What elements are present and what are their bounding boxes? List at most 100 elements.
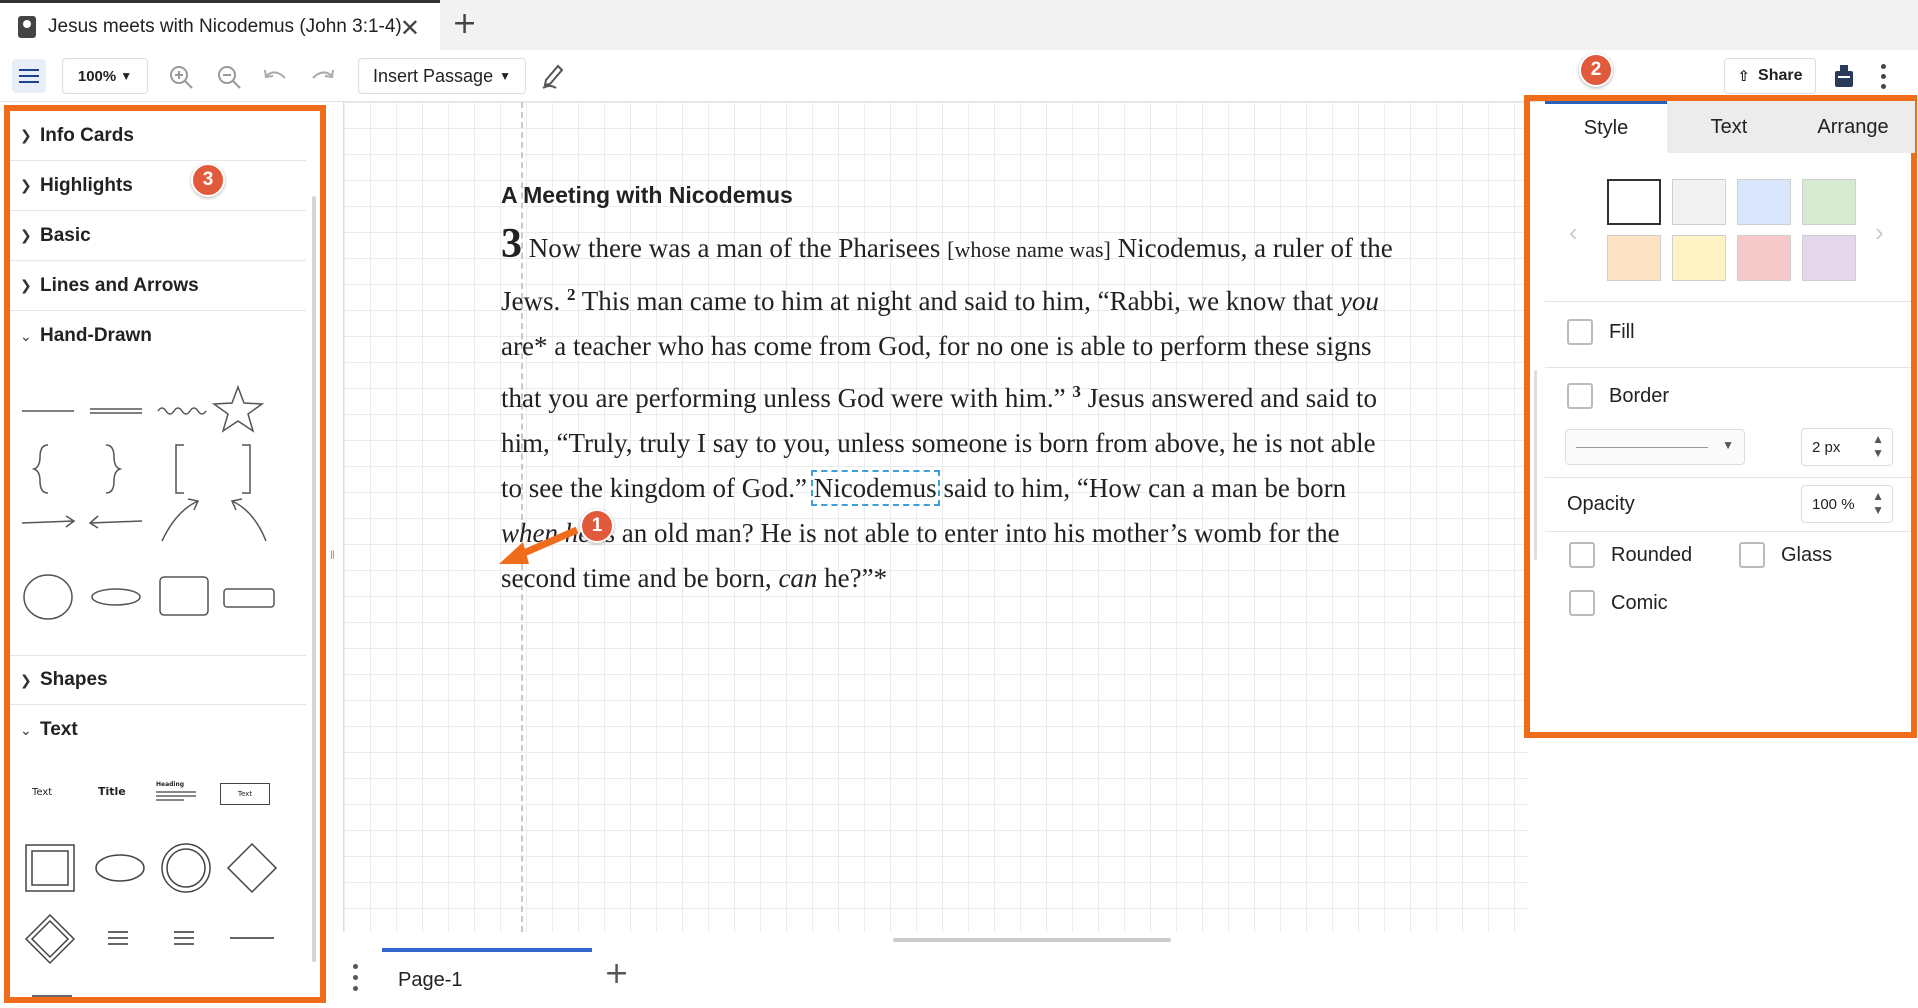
more-options-icon[interactable]	[1880, 62, 1888, 90]
opacity-label: Opacity	[1567, 493, 1635, 515]
text-box-shape[interactable]: Text	[220, 783, 270, 805]
border-checkbox[interactable]	[1567, 383, 1593, 409]
pen-icon[interactable]	[540, 62, 566, 90]
chapter-number: 3	[501, 221, 522, 267]
zoom-in-icon[interactable]	[168, 64, 194, 90]
menu-button[interactable]	[12, 59, 46, 93]
passage-title: A Meeting with Nicodemus	[501, 182, 793, 208]
section-label: Info Cards	[40, 124, 134, 146]
close-tab-icon[interactable]: ✕	[400, 14, 420, 43]
zoom-value: 100%	[77, 67, 117, 85]
rounded-label: Rounded	[1611, 544, 1693, 566]
callout-1: 1	[580, 509, 614, 543]
section-lines-and-arrows[interactable]: ❯ Lines and Arrows	[10, 261, 306, 311]
upload-icon: ⇧	[1737, 67, 1751, 85]
opacity-value: 100 %	[1812, 495, 1855, 513]
swatch-white[interactable]	[1607, 179, 1661, 225]
swatch-orange[interactable]	[1607, 235, 1661, 281]
format-panel: Style Text Arrange ‹ › Fill Border ▼ 2 p…	[1545, 101, 1915, 732]
chevron-down-icon: ▼	[499, 69, 511, 83]
page-tab[interactable]: Page-1	[382, 948, 592, 1008]
chevron-right-icon: ❯	[20, 227, 32, 243]
verse-4-text-end: he?”*	[817, 563, 888, 593]
share-button[interactable]: ⇧ Share	[1724, 58, 1816, 94]
border-width-value: 2 px	[1812, 438, 1841, 456]
section-text[interactable]: ⌄ Text	[10, 705, 306, 755]
callout-3: 3	[191, 163, 225, 197]
italic-word: you	[1339, 286, 1379, 316]
section-highlights[interactable]: ❯ Highlights	[10, 161, 306, 211]
section-label: Highlights	[40, 174, 133, 196]
chevron-left-icon[interactable]: ‹	[1569, 217, 1578, 248]
section-label: Lines and Arrows	[40, 274, 199, 296]
chevron-right-icon: ❯	[20, 127, 32, 143]
hand-drawn-shapes-grid[interactable]	[16, 371, 296, 641]
selected-word[interactable]: Nicodemus	[810, 470, 940, 506]
swatch-red[interactable]	[1737, 235, 1791, 281]
swatch-gray[interactable]	[1672, 179, 1726, 225]
verse-number: 2	[567, 285, 576, 304]
comic-label: Comic	[1611, 592, 1668, 614]
tab-text[interactable]: Text	[1667, 101, 1791, 153]
zoom-select[interactable]: 100% ▼	[62, 58, 148, 94]
text-shapes-grid[interactable]	[16, 835, 296, 997]
fill-checkbox[interactable]	[1567, 319, 1593, 345]
section-info-cards[interactable]: ❯ Info Cards	[10, 111, 306, 161]
insert-passage-button[interactable]: Insert Passage ▼	[358, 58, 526, 94]
swatch-green[interactable]	[1802, 179, 1856, 225]
border-label: Border	[1609, 385, 1670, 407]
section-basic[interactable]: ❯ Basic	[10, 211, 306, 261]
add-page-icon[interactable]: +	[604, 956, 629, 991]
verse-4-text: said to him, “How can a man be born	[936, 473, 1347, 503]
hamburger-icon	[19, 75, 39, 77]
border-width-stepper[interactable]: 2 px ▲ ▼	[1801, 428, 1893, 466]
insert-passage-label: Insert Passage	[373, 65, 494, 86]
chevron-right-icon: ❯	[20, 277, 32, 293]
zoom-out-icon[interactable]	[216, 64, 242, 90]
section-label: Shapes	[40, 669, 108, 690]
glass-label: Glass	[1781, 544, 1833, 566]
chevron-down-icon: ▼	[120, 69, 133, 83]
bracket-text: [whose name was]	[947, 237, 1111, 262]
border-style-select[interactable]: ▼	[1565, 429, 1745, 465]
document-tab[interactable]: Jesus meets with Nicodemus (John 3:1-4) …	[0, 0, 440, 50]
passage-block[interactable]: A Meeting with Nicodemus 3 Now there was…	[501, 178, 1401, 601]
section-label: Text	[40, 719, 78, 740]
left-panel-scrollbar[interactable]	[312, 196, 316, 962]
verse-2-text: This man came to him at night and said t…	[575, 286, 1340, 316]
verse-4-text-mid: is an old man? He is not able to enter i…	[501, 518, 1340, 593]
heading-shape[interactable]: Heading	[156, 781, 196, 811]
swatch-blue[interactable]	[1737, 179, 1791, 225]
panel-resize-handle[interactable]: ‖	[330, 548, 335, 562]
new-tab-icon[interactable]: +	[452, 6, 477, 41]
title-shape[interactable]: Title	[98, 785, 126, 798]
rounded-checkbox[interactable]	[1569, 542, 1595, 568]
passage-text: 3 Now there was a man of the Pharisees […	[501, 222, 1401, 601]
chevron-right-icon[interactable]: ›	[1875, 217, 1884, 248]
tab-arrange[interactable]: Arrange	[1791, 101, 1915, 153]
chevron-down-icon: ⌄	[20, 721, 32, 738]
undo-icon[interactable]	[262, 66, 288, 88]
plugin-icon[interactable]	[1832, 63, 1856, 89]
callout-2: 2	[1579, 53, 1613, 87]
text-shape[interactable]: Text	[32, 787, 52, 798]
swatch-purple[interactable]	[1802, 235, 1856, 281]
heading-label: Heading	[156, 781, 185, 788]
section-shapes[interactable]: ❯ Shapes	[10, 655, 306, 705]
opacity-stepper[interactable]: 100 % ▲ ▼	[1801, 485, 1893, 523]
stepper-arrows-icon: ▲ ▼	[1872, 432, 1884, 460]
page-options-icon[interactable]	[352, 962, 360, 992]
tab-style[interactable]: Style	[1545, 101, 1667, 153]
document-tab-title: Jesus meets with Nicodemus (John 3:1-4)	[48, 15, 402, 37]
redo-icon[interactable]	[310, 66, 336, 88]
verse-1-text: Now there was a man of the Pharisees	[522, 233, 948, 263]
section-hand-drawn[interactable]: ⌄ Hand-Drawn	[10, 311, 306, 361]
stepper-arrows-icon: ▲ ▼	[1872, 489, 1884, 517]
chevron-down-icon: ▼	[1722, 438, 1734, 452]
glass-checkbox[interactable]	[1739, 542, 1765, 568]
chevron-right-icon: ❯	[20, 177, 32, 193]
swatch-yellow[interactable]	[1672, 235, 1726, 281]
fill-label: Fill	[1609, 321, 1635, 343]
horizontal-scrollbar[interactable]	[893, 938, 1171, 942]
comic-checkbox[interactable]	[1569, 590, 1595, 616]
